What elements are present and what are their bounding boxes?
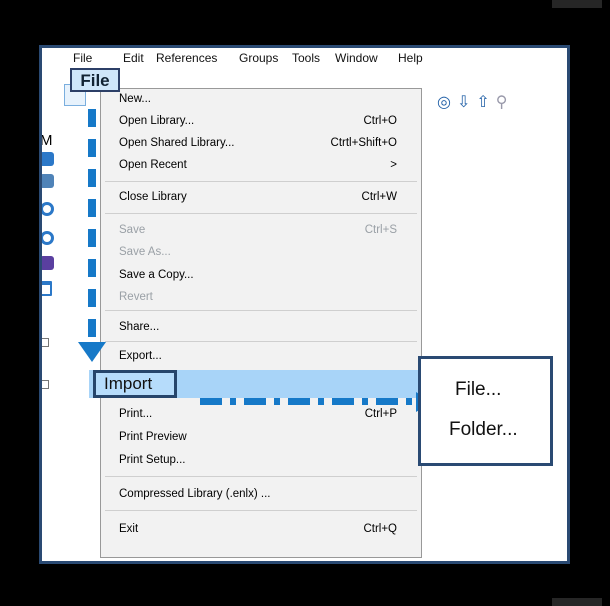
globe-icon[interactable]: ◎ (437, 94, 457, 111)
menu-item-revert: Revert (119, 291, 153, 303)
menu-tools[interactable]: Tools (292, 51, 320, 65)
menu-item-print[interactable]: Print... Ctrl+P (101, 404, 421, 426)
import-highlight[interactable]: Import (93, 370, 177, 398)
file-menu: New... Open Library... Ctrl+O Open Shared… (89, 88, 434, 558)
menu-separator (105, 341, 417, 342)
toolbar: ◎⇩⇧⚲ (437, 92, 514, 112)
menu-separator (105, 310, 417, 311)
menu-file[interactable]: File (73, 51, 92, 65)
history-icon[interactable] (42, 231, 54, 245)
menu-item-save-a-copy[interactable]: Save a Copy... (101, 265, 421, 287)
menu-item-import[interactable]: Import (89, 370, 434, 398)
menu-item-print-setup[interactable]: Print Setup... (101, 450, 421, 472)
menu-item-share[interactable]: Share... (101, 317, 421, 339)
menu-separator (105, 510, 417, 511)
menu-bar: File Edit References Groups Tools Window… (42, 48, 567, 68)
menu-item-save-as: Save As... (119, 246, 171, 258)
app-window: File Edit References Groups Tools Window… (42, 48, 567, 561)
menu-item-compressed-library[interactable]: Compressed Library (.enlx) ... (101, 484, 421, 506)
menu-item-export[interactable]: Export... (101, 346, 421, 368)
import-label: Import (104, 374, 153, 393)
menu-separator (105, 476, 417, 477)
menu-item-save: Save Ctrl+S (119, 224, 397, 236)
menu-item-exit[interactable]: Exit Ctrl+Q (101, 519, 421, 541)
upload-arrow-icon[interactable]: ⇧ (476, 94, 495, 111)
trash-icon[interactable] (42, 281, 52, 296)
annotation-dashed-line-vertical (88, 109, 96, 344)
menu-window[interactable]: Window (335, 51, 378, 65)
notes-icon[interactable] (42, 256, 54, 270)
file-highlight-label: File (80, 71, 110, 90)
find-pdf-icon[interactable]: ⚲ (496, 94, 514, 111)
collapse-icon[interactable] (42, 380, 49, 389)
menu-separator (105, 181, 417, 182)
menu-item-open-recent[interactable]: Open Recent > (101, 155, 421, 177)
submenu-item-file[interactable]: File... (455, 379, 501, 401)
menu-item-open-library[interactable]: Open Library... Ctrl+O (101, 111, 421, 133)
screenshot-panel: File Edit References Groups Tools Window… (39, 45, 570, 564)
menu-item-open-shared-library[interactable]: Open Shared Library... Ctrtl+Shift+O (101, 133, 421, 155)
menu-edit[interactable]: Edit (123, 51, 144, 65)
menu-groups[interactable]: Groups (239, 51, 278, 65)
menu-references[interactable]: References (156, 51, 217, 65)
collapse-icon[interactable] (42, 338, 49, 347)
submenu-item-folder[interactable]: Folder... (449, 419, 518, 441)
sync-icon[interactable] (42, 202, 54, 216)
library-icon[interactable] (42, 152, 54, 166)
menu-item-new[interactable]: New... (101, 89, 421, 111)
menu-item-close-library[interactable]: Close Library Ctrl+W (101, 187, 421, 209)
download-icon[interactable] (42, 174, 54, 188)
file-menu-highlight[interactable]: File (70, 68, 120, 92)
menu-item-print-preview[interactable]: Print Preview (101, 427, 421, 449)
download-arrow-icon[interactable]: ⇩ (457, 94, 476, 111)
import-submenu: File... Folder... (418, 356, 553, 466)
menu-help[interactable]: Help (398, 51, 423, 65)
menu-separator (105, 213, 417, 214)
annotation-dashed-line-horizontal (200, 398, 420, 405)
annotation-arrow-down-icon (78, 342, 106, 362)
left-label: M (42, 132, 53, 149)
